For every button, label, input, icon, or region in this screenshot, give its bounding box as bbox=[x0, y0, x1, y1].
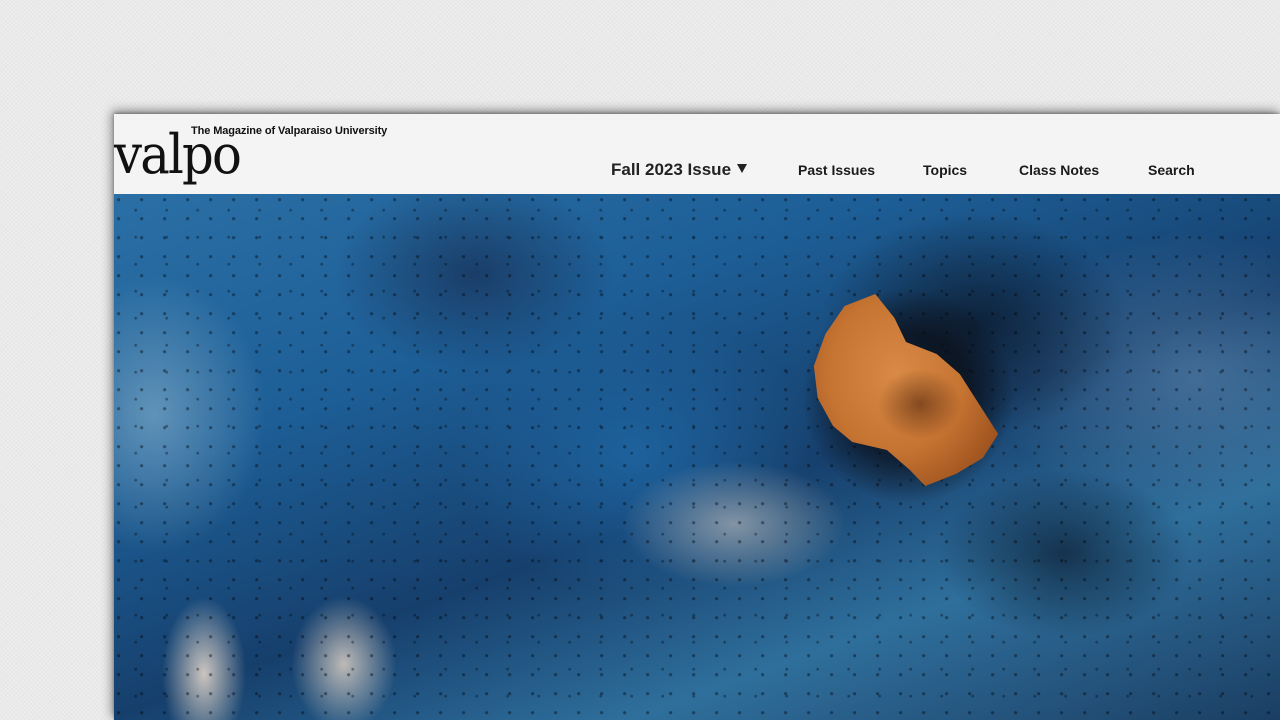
hero-image bbox=[114, 194, 1280, 720]
nav-item-search[interactable]: Search bbox=[1148, 158, 1195, 182]
caret-down-icon bbox=[737, 164, 748, 173]
logo-tagline: The Magazine of Valparaiso University bbox=[191, 125, 388, 137]
nav-item-label: Fall 2023 Issue bbox=[611, 160, 732, 179]
browser-frame: valpo The Magazine of Valparaiso Univers… bbox=[114, 114, 1280, 720]
site-header: valpo The Magazine of Valparaiso Univers… bbox=[114, 114, 1280, 194]
hero-texture bbox=[114, 194, 1280, 720]
nav-item-past-issues[interactable]: Past Issues bbox=[798, 158, 875, 182]
nav-item-class-notes[interactable]: Class Notes bbox=[1019, 158, 1099, 182]
nav-item-fall-2023-issue[interactable]: Fall 2023 Issue bbox=[611, 158, 748, 182]
nav-item-topics[interactable]: Topics bbox=[923, 158, 967, 182]
